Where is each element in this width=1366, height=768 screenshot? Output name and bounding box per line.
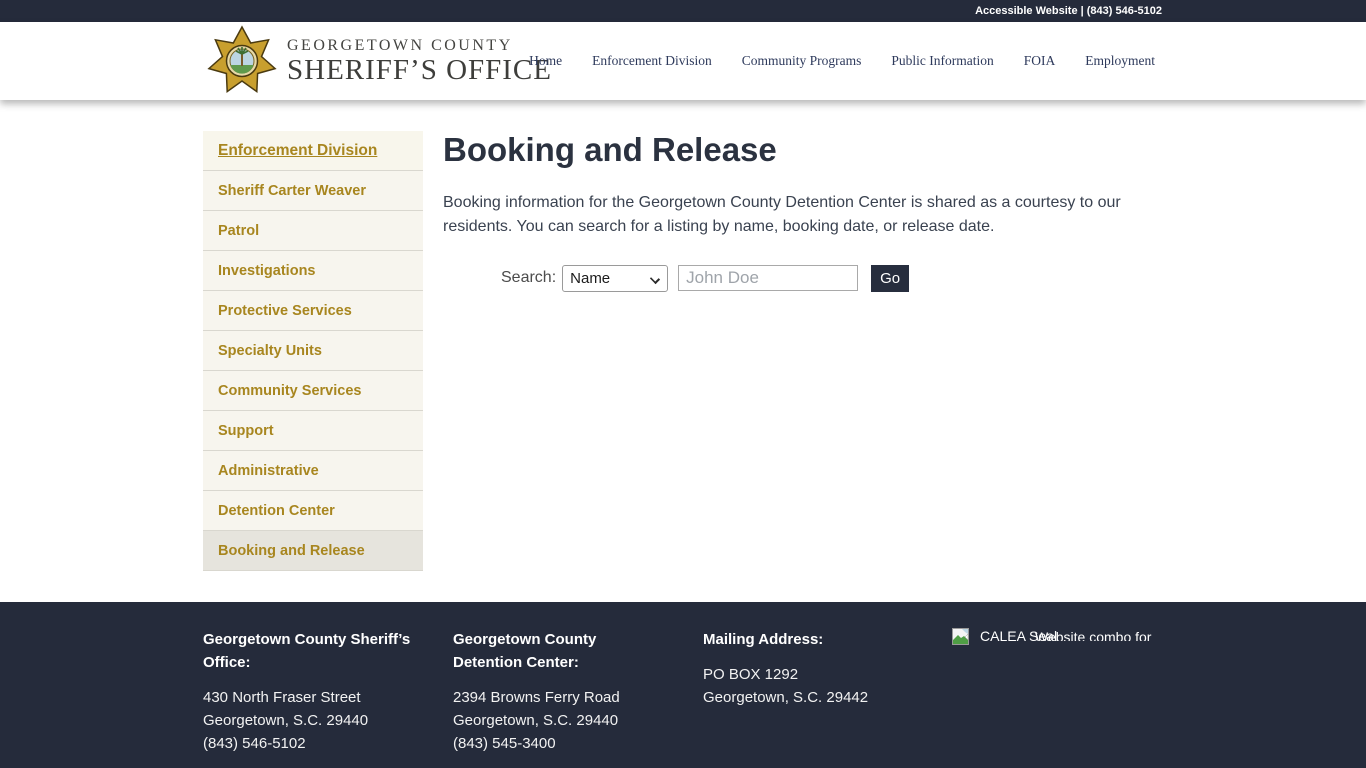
page: Accessible Website | (843) 546-5102 GEOR… [0,0,1366,768]
search-filter-wrap: Name [562,265,668,292]
calea-alt-line: Website combo for [1035,626,1151,641]
sidebar-item-patrol[interactable]: Patrol [203,211,423,251]
footer-heading-line: Detention Center: [453,651,688,674]
nav-item-community-programs[interactable]: Community Programs [742,53,862,69]
footer-heading-line: Georgetown County [453,628,688,651]
sidebar-item-protective-services[interactable]: Protective Services [203,291,423,331]
search-filter-select[interactable]: Name [562,265,668,292]
main-content: Booking and Release Booking information … [443,129,1140,292]
section-sidebar: Enforcement Division Sheriff Carter Weav… [203,131,423,571]
search-input[interactable] [678,265,858,291]
footer-heading: Georgetown County Sheriff’s Office: [203,628,438,674]
page-title: Booking and Release [443,129,1140,171]
intro-paragraph: Booking information for the Georgetown C… [443,191,1133,238]
site-footer: Georgetown County Sheriff’s Office: 430 … [0,602,1366,768]
footer-heading: Georgetown County Detention Center: [453,628,688,674]
footer-detention-center-address: Georgetown County Detention Center: 2394… [453,628,688,755]
site-logo[interactable]: GEORGETOWN COUNTY SHERIFF’S OFFICE [205,24,552,98]
booking-search-form: Search: Name Go [501,264,1140,292]
footer-heading: Mailing Address: [703,628,938,651]
phone-line: (843) 545-3400 [453,732,688,755]
address-line: Georgetown, S.C. 29440 [453,709,688,732]
address-line: PO BOX 1292 [703,663,938,686]
site-header: GEORGETOWN COUNTY SHERIFF’S OFFICE Home … [0,22,1366,100]
footer-heading-line: Georgetown County Sheriff’s [203,628,438,651]
footer-heading-line: Office: [203,651,438,674]
sidebar-item-enforcement-division[interactable]: Enforcement Division [203,131,423,171]
sidebar-item-administrative[interactable]: Administrative [203,451,423,491]
nav-item-home[interactable]: Home [529,53,562,69]
nav-item-employment[interactable]: Employment [1085,53,1155,69]
logo-line1: GEORGETOWN COUNTY [287,37,552,55]
top-utility-bar: Accessible Website | (843) 546-5102 [0,0,1366,22]
footer-sheriffs-office-address: Georgetown County Sheriff’s Office: 430 … [203,628,438,755]
footer-address-lines: 430 North Fraser Street Georgetown, S.C.… [203,686,438,755]
address-line: Georgetown, S.C. 29442 [703,686,938,709]
calea-broken-image: CALEA Seal Website combo for [952,624,1172,644]
phone-line: (843) 546-5102 [203,732,438,755]
footer-address-lines: PO BOX 1292 Georgetown, S.C. 29442 [703,663,938,709]
nav-item-public-information[interactable]: Public Information [891,53,993,69]
sheriff-badge-icon [205,24,279,98]
sidebar-item-detention-center[interactable]: Detention Center [203,491,423,531]
accessible-website-phone-link[interactable]: Accessible Website | (843) 546-5102 [0,0,1366,22]
broken-image-icon [952,628,969,645]
logo-line2: SHERIFF’S OFFICE [287,55,552,85]
site-logo-text: GEORGETOWN COUNTY SHERIFF’S OFFICE [287,37,552,85]
sidebar-item-community-services[interactable]: Community Services [203,371,423,411]
nav-item-enforcement-division[interactable]: Enforcement Division [592,53,712,69]
address-line: 430 North Fraser Street [203,686,438,709]
sidebar-item-booking-and-release[interactable]: Booking and Release [203,531,423,571]
calea-alt-text: CALEA Seal Website combo for [980,624,1172,641]
address-line: 2394 Browns Ferry Road [453,686,688,709]
main-nav: Home Enforcement Division Community Prog… [529,22,1155,100]
sidebar-item-sheriff-carter-weaver[interactable]: Sheriff Carter Weaver [203,171,423,211]
sidebar-item-investigations[interactable]: Investigations [203,251,423,291]
sidebar-item-support[interactable]: Support [203,411,423,451]
footer-address-lines: 2394 Browns Ferry Road Georgetown, S.C. … [453,686,688,755]
search-label: Search: [501,269,556,287]
address-line: Georgetown, S.C. 29440 [203,709,438,732]
footer-calea-seal: CALEA Seal Website combo for [952,628,1172,644]
sidebar-item-specialty-units[interactable]: Specialty Units [203,331,423,371]
nav-item-foia[interactable]: FOIA [1024,53,1056,69]
go-button[interactable]: Go [871,265,909,292]
footer-mailing-address: Mailing Address: PO BOX 1292 Georgetown,… [703,628,938,709]
